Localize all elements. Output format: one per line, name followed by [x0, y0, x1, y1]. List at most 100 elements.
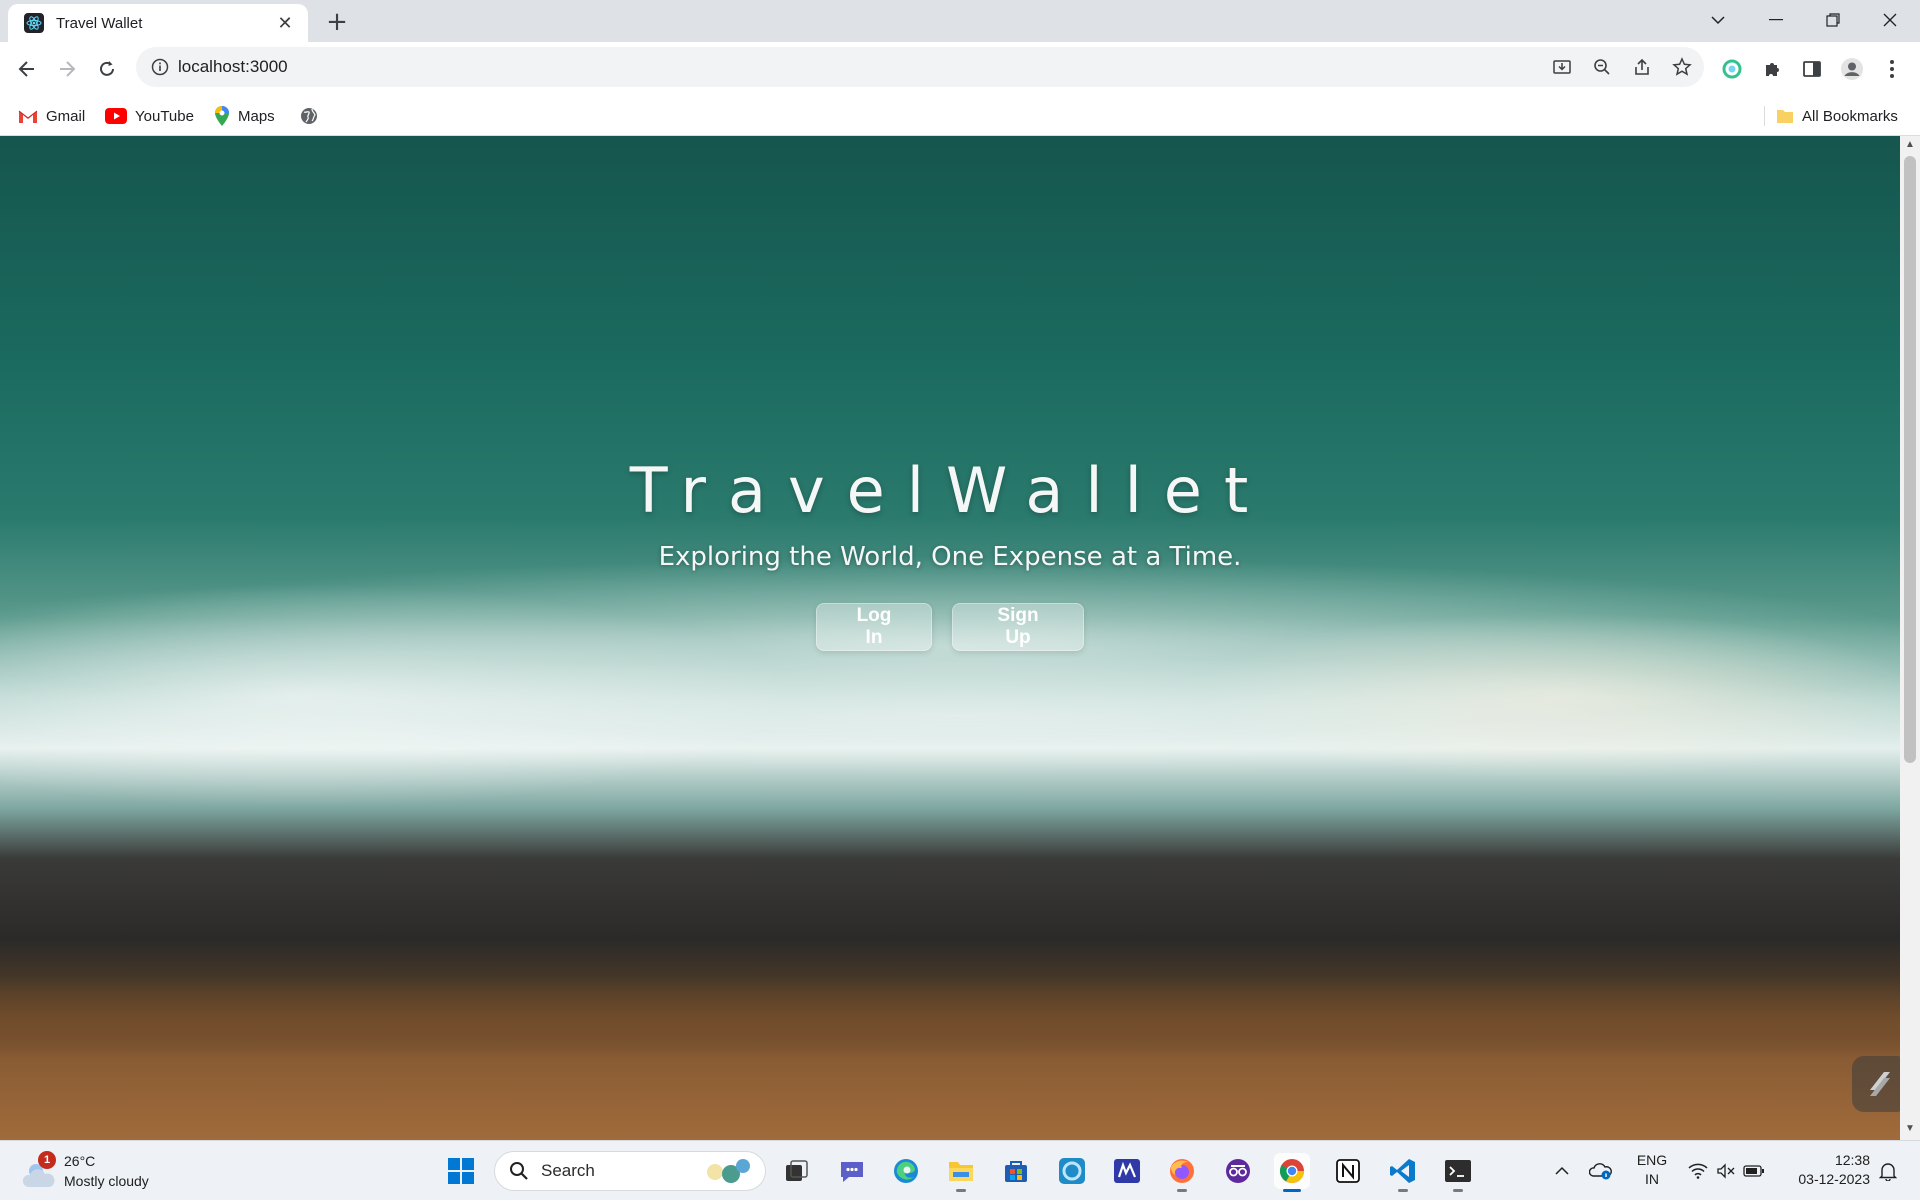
- youtube-icon: [105, 108, 127, 124]
- taskbar-search[interactable]: Search: [494, 1151, 766, 1191]
- running-indicator: [1453, 1189, 1463, 1192]
- volume-tray[interactable]: [1712, 1151, 1740, 1191]
- notion-icon: [1336, 1159, 1360, 1183]
- bookmark-gmail[interactable]: Gmail: [18, 104, 85, 128]
- file-explorer-button[interactable]: [943, 1153, 979, 1192]
- bookmark-label: Maps: [238, 107, 275, 125]
- show-hidden-icons-button[interactable]: [1550, 1151, 1574, 1191]
- folder-icon: [949, 1162, 973, 1181]
- bookmark-maps[interactable]: Maps: [214, 104, 275, 128]
- m-logo-icon: [1114, 1159, 1140, 1183]
- edge-button[interactable]: [888, 1153, 924, 1189]
- windows-taskbar: 1 26°C Mostly cloudy Search ENG IN 12:38…: [0, 1140, 1920, 1200]
- wifi-tray[interactable]: [1684, 1151, 1712, 1191]
- back-button[interactable]: [10, 52, 44, 86]
- chevron-up-icon: [1555, 1166, 1569, 1175]
- task-view-button[interactable]: [778, 1153, 814, 1189]
- windows-icon: [448, 1158, 474, 1184]
- gmail-icon: [18, 110, 38, 123]
- zoom-out-icon[interactable]: [1590, 55, 1614, 79]
- active-indicator: [1283, 1189, 1301, 1192]
- cloud-sync-icon: [1589, 1163, 1612, 1180]
- running-indicator: [1177, 1189, 1187, 1192]
- browser-toolbar: localhost:3000: [0, 42, 1920, 96]
- weather-description: Mostly cloudy: [64, 1173, 149, 1189]
- scroll-down-icon[interactable]: ▼: [1905, 1124, 1915, 1134]
- store-icon: [1005, 1161, 1027, 1182]
- side-panel-icon[interactable]: [1798, 55, 1826, 83]
- battery-tray[interactable]: [1740, 1151, 1768, 1191]
- new-tab-button[interactable]: +: [322, 7, 352, 37]
- close-window-button[interactable]: [1862, 0, 1918, 40]
- share-icon[interactable]: [1630, 55, 1654, 79]
- weather-widget[interactable]: 1 26°C Mostly cloudy: [22, 1151, 172, 1193]
- onedrive-tray[interactable]: [1586, 1151, 1616, 1191]
- weather-temperature: 26°C: [64, 1153, 96, 1169]
- clock-date: 03-12-2023: [1798, 1171, 1870, 1187]
- search-label: Search: [541, 1161, 595, 1180]
- browser-tab[interactable]: Travel Wallet ✕: [8, 4, 308, 42]
- region-code: IN: [1645, 1171, 1659, 1187]
- auth-buttons: Log In Sign Up: [0, 603, 1900, 651]
- profile-avatar-icon[interactable]: [1838, 55, 1866, 83]
- extension-circle-icon[interactable]: [1718, 55, 1746, 83]
- private-browser-button[interactable]: [1220, 1153, 1256, 1189]
- task-view-icon: [786, 1160, 808, 1181]
- search-highlight-icon: [707, 1159, 750, 1183]
- background-sand: [0, 976, 1900, 1056]
- login-button[interactable]: Log In: [816, 603, 932, 651]
- background-foam: [0, 656, 1900, 776]
- page-title: TravelWallet: [629, 454, 1271, 527]
- floating-action-button[interactable]: [1852, 1056, 1900, 1112]
- cortana-button[interactable]: [1054, 1153, 1090, 1189]
- maps-icon: [215, 106, 229, 126]
- scroll-thumb[interactable]: [1904, 156, 1916, 763]
- markdown-app-button[interactable]: [1109, 1153, 1145, 1189]
- vscode-icon: [1390, 1159, 1415, 1183]
- teams-chat-button[interactable]: [834, 1153, 870, 1189]
- battery-icon: [1743, 1165, 1764, 1177]
- notion-button[interactable]: [1330, 1153, 1366, 1189]
- bookmark-youtube[interactable]: YouTube: [105, 104, 194, 128]
- address-bar[interactable]: localhost:3000: [136, 47, 1704, 87]
- bell-icon: [1879, 1163, 1897, 1181]
- store-button[interactable]: [998, 1153, 1034, 1189]
- incognito-mask-icon: [1226, 1159, 1250, 1183]
- notification-badge: 1: [38, 1151, 56, 1169]
- signup-button[interactable]: Sign Up: [952, 603, 1084, 651]
- reload-button[interactable]: [90, 52, 124, 86]
- clock[interactable]: 12:38 03-12-2023: [1780, 1151, 1870, 1189]
- globe-bookmark[interactable]: [300, 104, 326, 128]
- tab-close-button[interactable]: ✕: [274, 12, 296, 34]
- chat-icon: [841, 1162, 863, 1182]
- scroll-up-icon[interactable]: ▲: [1905, 140, 1915, 150]
- cortana-ring-icon: [1059, 1158, 1085, 1184]
- react-icon: [24, 13, 44, 33]
- menu-kebab-icon[interactable]: [1878, 55, 1906, 83]
- bookmark-star-icon[interactable]: [1670, 55, 1694, 79]
- notifications-button[interactable]: [1874, 1151, 1902, 1191]
- bookmarks-separator: [1764, 106, 1765, 126]
- start-button[interactable]: [443, 1153, 479, 1189]
- terminal-button[interactable]: [1440, 1153, 1476, 1192]
- tab-search-chevron-icon[interactable]: [1690, 0, 1746, 40]
- chrome-button[interactable]: [1274, 1153, 1310, 1192]
- all-bookmarks[interactable]: All Bookmarks: [1776, 104, 1898, 128]
- firefox-button[interactable]: [1164, 1153, 1200, 1192]
- page-scrollbar[interactable]: ▲ ▼: [1900, 136, 1920, 1140]
- bookmarks-bar: Gmail YouTube Maps All Bookmarks: [0, 96, 1920, 136]
- vscode-button[interactable]: [1385, 1153, 1421, 1192]
- minimize-button[interactable]: [1748, 0, 1804, 40]
- folder-icon: [1777, 110, 1793, 123]
- site-info-icon[interactable]: [150, 57, 170, 77]
- language-code: ENG: [1636, 1152, 1668, 1168]
- globe-icon: [301, 108, 317, 124]
- running-indicator: [956, 1189, 966, 1192]
- forward-button[interactable]: [50, 52, 84, 86]
- install-app-icon[interactable]: [1550, 55, 1574, 79]
- extensions-puzzle-icon[interactable]: [1758, 55, 1786, 83]
- page-viewport: TravelWallet Exploring the World, One Ex…: [0, 136, 1900, 1140]
- restore-button[interactable]: [1805, 0, 1861, 40]
- language-indicator[interactable]: ENG IN: [1632, 1151, 1672, 1189]
- url-text[interactable]: localhost:3000: [178, 57, 288, 77]
